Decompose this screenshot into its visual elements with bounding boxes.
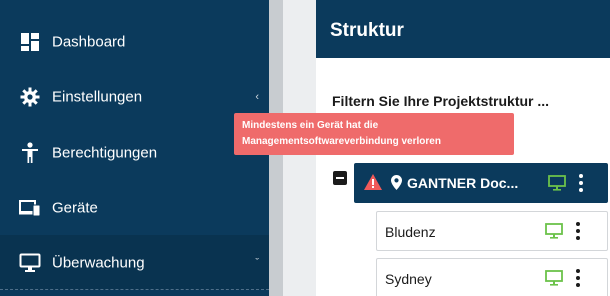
sidebar-item-ueberwachung[interactable]: Überwachung ˇ xyxy=(0,235,269,290)
monitor-icon xyxy=(18,251,42,275)
divider xyxy=(0,289,269,290)
warning-icon[interactable] xyxy=(364,174,382,195)
sidebar: Dashboard Einstellungen ‹ Berechtigungen… xyxy=(0,0,269,296)
monitor-status-icon xyxy=(548,175,566,191)
location-pin-icon xyxy=(391,175,402,195)
devices-icon xyxy=(18,196,42,220)
dashboard-icon xyxy=(18,30,42,54)
tree-child-node[interactable]: Bludenz xyxy=(376,211,608,251)
tooltip-line: Managementsoftwareverbindung verloren xyxy=(242,136,441,147)
sidebar-item-label: Geräte xyxy=(52,199,98,216)
filter-input[interactable]: Filtern Sie Ihre Projektstruktur ... xyxy=(332,93,549,109)
tooltip-line: Mindestens ein Gerät hat die xyxy=(242,120,379,131)
sidebar-item-label: Berechtigungen xyxy=(52,144,158,161)
sidebar-item-berechtigungen[interactable]: Berechtigungen xyxy=(0,125,269,180)
panel-header: Struktur xyxy=(316,0,610,58)
sidebar-item-label: Dashboard xyxy=(52,33,126,50)
more-options-icon[interactable] xyxy=(578,174,584,192)
monitor-status-icon xyxy=(545,270,563,286)
tree-node-label: Sydney xyxy=(385,271,432,287)
person-icon xyxy=(18,141,42,165)
page-title: Struktur xyxy=(330,20,404,41)
tree-node-label: GANTNER Doc... xyxy=(407,175,519,191)
more-options-icon[interactable] xyxy=(575,269,581,287)
tree-node-label: Bludenz xyxy=(385,224,436,240)
sidebar-item-dashboard[interactable]: Dashboard xyxy=(0,14,269,69)
warning-tooltip: Mindestens ein Gerät hat die Managements… xyxy=(234,113,514,155)
sidebar-item-label: Überwachung xyxy=(52,254,145,271)
tree-child-node[interactable]: Sydney xyxy=(376,258,608,296)
collapse-toggle[interactable] xyxy=(333,171,347,185)
tree-root-node[interactable]: GANTNER Doc... xyxy=(354,163,608,203)
chevron-left-icon: ‹ xyxy=(255,90,259,103)
more-options-icon[interactable] xyxy=(575,222,581,240)
gear-icon xyxy=(18,85,42,109)
monitor-status-icon xyxy=(545,223,563,239)
sidebar-item-label: Einstellungen xyxy=(52,88,143,105)
chevron-down-icon: ˇ xyxy=(255,256,259,269)
sidebar-item-geraete[interactable]: Geräte xyxy=(0,180,269,235)
sidebar-item-einstellungen[interactable]: Einstellungen ‹ xyxy=(0,69,269,124)
